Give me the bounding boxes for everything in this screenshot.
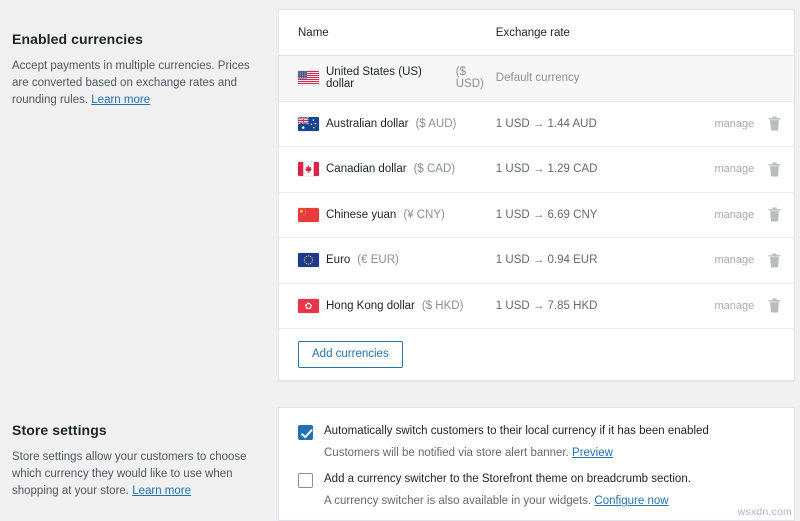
table-row: Canadian dollar ($ CAD) 1 USD → 1.29 CADma… [279, 147, 794, 193]
currency-name-cell: Hong Kong dollar ($ HKD) [279, 299, 496, 313]
currency-code: (€ EUR) [357, 254, 399, 266]
delete-currency-button[interactable] [754, 298, 794, 313]
currency-table-body: United States (US) dollar ($ USD)Default … [279, 56, 794, 329]
currency-name: Chinese yuan [326, 209, 396, 221]
enabled-currencies-description-column: Enabled currencies Accept payments in mu… [12, 31, 264, 109]
manage-link[interactable]: manage [685, 118, 755, 130]
currency-name-cell: United States (US) dollar ($ USD) [279, 66, 496, 90]
flag-hk-icon [298, 299, 319, 313]
column-header-name: Name [279, 27, 496, 39]
manage-link[interactable]: manage [685, 163, 755, 175]
setting-description: Customers will be notified via store ale… [324, 446, 709, 461]
setting-description-text: Customers will be notified via store ale… [324, 447, 569, 459]
exchange-rate-cell: 1 USD → 7.85 HKD [496, 300, 685, 312]
exchange-rate-cell: 1 USD → 1.44 AUD [496, 118, 685, 130]
store-settings-learn-more-link[interactable]: Learn more [132, 485, 191, 497]
exchange-rate-cell: Default currency [496, 72, 685, 84]
manage-link[interactable]: manage [685, 300, 755, 312]
setting-action-link[interactable]: Configure now [594, 495, 668, 507]
currency-code: ($ AUD) [415, 118, 456, 130]
checkbox-checked[interactable] [298, 425, 313, 440]
delete-currency-button[interactable] [754, 116, 794, 131]
currency-code: ($ HKD) [422, 300, 464, 312]
enabled-currencies-learn-more-link[interactable]: Learn more [91, 94, 150, 106]
add-currencies-button[interactable]: Add currencies [298, 341, 403, 369]
currency-name: Hong Kong dollar [326, 300, 415, 312]
exchange-rate-cell: 1 USD → 1.29 CAD [496, 163, 685, 175]
currency-code: ($ USD) [456, 66, 496, 90]
setting-description-text: A currency switcher is also available in… [324, 495, 591, 507]
setting-texts: Automatically switch customers to their … [324, 424, 709, 461]
table-row: Australian dollar ($ AUD) 1 USD → 1.44 AUD… [279, 102, 794, 148]
currency-name: Australian dollar [326, 118, 408, 130]
setting-texts: Add a currency switcher to the Storefron… [324, 472, 691, 509]
currency-name-cell: Euro (€ EUR) [279, 253, 496, 267]
manage-link[interactable]: manage [685, 209, 755, 221]
store-settings-title: Store settings [12, 422, 264, 438]
setting-option: Add a currency switcher to the Storefron… [298, 472, 775, 509]
flag-us-icon [298, 71, 319, 85]
setting-label: Automatically switch customers to their … [324, 424, 709, 439]
flag-cn-icon [298, 208, 319, 222]
store-settings-description: Store settings allow your customers to c… [12, 449, 264, 500]
store-settings-options: Automatically switch customers to their … [279, 408, 794, 509]
table-row: Chinese yuan (¥ CNY) 1 USD → 6.69 CNYmanag… [279, 193, 794, 239]
store-settings-description-column: Store settings Store settings allow your… [12, 422, 264, 500]
checkbox-unchecked[interactable] [298, 473, 313, 488]
page-title: Enabled currencies [12, 31, 264, 47]
currency-name: Canadian dollar [326, 163, 407, 175]
exchange-rate-cell: 1 USD → 6.69 CNY [496, 209, 685, 221]
card-footer: Add currencies [279, 329, 794, 380]
currency-name: United States (US) dollar [326, 66, 449, 90]
store-settings-description-text: Store settings allow your customers to c… [12, 451, 247, 497]
setting-action-link[interactable]: Preview [572, 447, 613, 459]
enabled-currencies-description: Accept payments in multiple currencies. … [12, 58, 264, 109]
flag-eu-icon [298, 253, 319, 267]
enabled-currencies-card: Name Exchange rate United States (US) do… [278, 9, 795, 381]
currency-code: (¥ CNY) [403, 209, 445, 221]
exchange-rate-cell: 1 USD → 0.94 EUR [496, 254, 685, 266]
currency-name-cell: Chinese yuan (¥ CNY) [279, 208, 496, 222]
table-row: United States (US) dollar ($ USD)Default … [279, 56, 794, 102]
delete-currency-button[interactable] [754, 207, 794, 222]
table-header-row: Name Exchange rate [279, 10, 794, 56]
delete-currency-button[interactable] [754, 253, 794, 268]
currency-name-cell: Canadian dollar ($ CAD) [279, 162, 496, 176]
setting-label: Add a currency switcher to the Storefron… [324, 472, 691, 487]
setting-option: Automatically switch customers to their … [298, 424, 775, 461]
setting-description: A currency switcher is also available in… [324, 494, 691, 509]
delete-currency-button[interactable] [754, 162, 794, 177]
watermark: wsxdn.com [738, 506, 792, 518]
table-row: Euro (€ EUR) 1 USD → 0.94 EURmanage [279, 238, 794, 284]
store-settings-card: Automatically switch customers to their … [278, 407, 795, 521]
currency-code: ($ CAD) [414, 163, 456, 175]
table-row: Hong Kong dollar ($ HKD) 1 USD → 7.85 HKDm… [279, 284, 794, 330]
flag-au-icon [298, 117, 319, 131]
currency-name-cell: Australian dollar ($ AUD) [279, 117, 496, 131]
manage-link[interactable]: manage [685, 254, 755, 266]
flag-ca-icon [298, 162, 319, 176]
currency-name: Euro [326, 254, 350, 266]
settings-page: Enabled currencies Accept payments in mu… [0, 0, 800, 521]
column-header-exchange-rate: Exchange rate [496, 27, 685, 39]
